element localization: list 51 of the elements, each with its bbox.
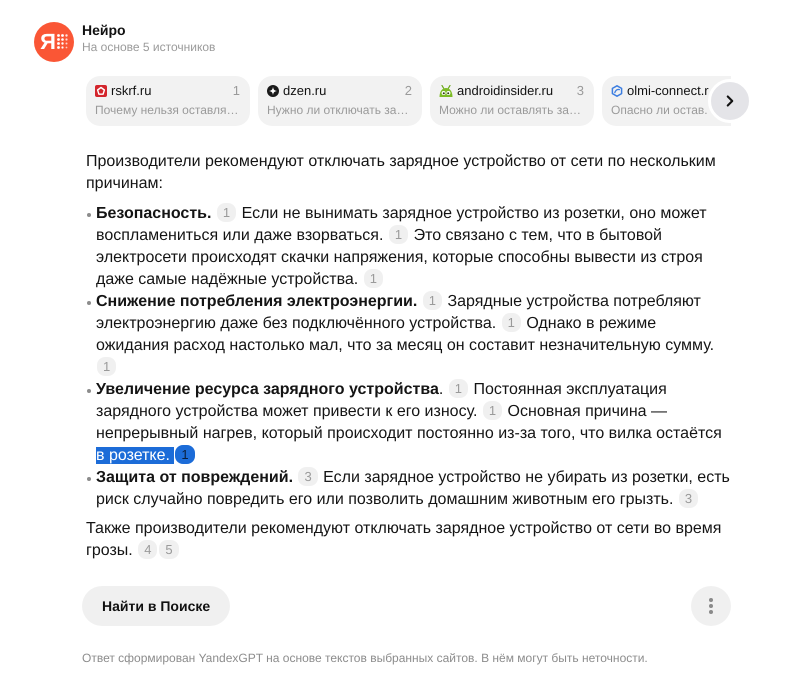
robot-head-icon xyxy=(439,85,453,97)
bullet-icon xyxy=(87,213,91,217)
source-card[interactable]: rskrf.ru 1 Почему нельзя оставля… xyxy=(86,76,250,126)
source-number: 2 xyxy=(404,82,412,100)
star-icon xyxy=(267,85,279,97)
more-icon xyxy=(709,598,713,614)
source-domain: rskrf.ru xyxy=(111,82,152,100)
citation-link[interactable]: 1 xyxy=(388,225,408,244)
sources-count: На основе 5 источников xyxy=(82,39,216,55)
search-button[interactable]: Найти в Поиске xyxy=(82,586,230,626)
citation-link[interactable]: 3 xyxy=(678,489,698,508)
citation-link[interactable]: 1 xyxy=(422,291,442,310)
citation-link[interactable]: 5 xyxy=(159,540,179,559)
answer-paragraph: Также производители рекомендуют отключать зарядное устройство от сети во время грозы. 4 5 xyxy=(86,519,722,561)
citation-link[interactable]: 3 xyxy=(298,467,318,486)
citation-link[interactable]: 1 xyxy=(216,203,236,222)
source-snippet: Почему нельзя оставля… xyxy=(95,102,238,118)
source-number: 1 xyxy=(232,82,240,100)
answer-paragraph: Производители рекомендуют отключать зарядное устройство от сети по нескольким причинам: xyxy=(86,152,717,194)
list-item-text: Безопасность. 1 Если не вынимать зарядное устройство из розетки, оно может воспламениться или даже взорваться. 1 Это связано с тем, что в бытовой электросети происходят скачки напряжения, которые способны вывести из строя даже самые надёжные устройства. 1 xyxy=(96,203,708,290)
source-number: 3 xyxy=(576,82,584,100)
citation-link[interactable]: 4 xyxy=(138,540,158,559)
next-button[interactable] xyxy=(708,79,752,123)
bullet-icon xyxy=(87,477,91,481)
more-button[interactable] xyxy=(691,586,731,626)
ring-icon xyxy=(611,85,623,97)
citation-link[interactable]: 1 xyxy=(482,401,502,420)
source-snippet: Опасно ли остав. xyxy=(611,102,708,118)
citation-link[interactable]: 1 xyxy=(448,379,468,398)
citation-link[interactable]: 1 xyxy=(364,269,383,288)
source-domain: olmi-connect.r xyxy=(627,82,709,100)
source-card[interactable]: dzen.ru 2 Нужно ли отключать за… xyxy=(258,76,422,126)
citation-link[interactable]: 1 xyxy=(97,357,116,376)
bullet-icon xyxy=(87,389,91,393)
logo-letter: Я xyxy=(40,30,56,54)
pentagon-icon xyxy=(95,85,107,97)
list-item-text: Снижение потребления электроэнергии. 1 Зарядные устройства потребляют электроэнергию даже без подключённого устройства. 1 Однако в режиме ожидания расход настолько мал, что за месяц он составит незначительную сумму. 1 xyxy=(96,291,716,378)
citation-link[interactable]: 1 xyxy=(175,445,195,464)
selected-text: в розетке. xyxy=(96,447,170,464)
dots-icon xyxy=(56,34,68,50)
panel-title: Нейро xyxy=(82,21,127,39)
citation-link[interactable]: 1 xyxy=(502,313,521,332)
source-snippet: Нужно ли отключать за… xyxy=(267,102,408,118)
source-domain: androidinsider.ru xyxy=(457,82,554,100)
list-item-text: Увеличение ресурса зарядного устройства. 1 Постоянная эксплуатация зарядного устройства может привести к его износу. 1 Основная причина — непрерывный нагрев, который происходит постоянно из-за того, что вилка остаётся в розетке. 1 xyxy=(96,379,723,466)
source-domain: dzen.ru xyxy=(283,82,326,100)
source-card[interactable]: androidinsider.ru 3 Можно ли оставлять за… xyxy=(430,76,594,126)
list-item-text: Защита от повреждений. 3 Если зарядное устройство не убирать из розетки, есть риск случайно повредить его или позволить домашним животным его грызть. 3 xyxy=(96,467,731,510)
source-snippet: Можно ли оставлять за… xyxy=(439,102,581,118)
disclaimer-text: Ответ сформирован YandexGPT на основе текстов выбранных сайтов. В нём могут быть неточности. xyxy=(82,650,649,666)
bullet-icon xyxy=(87,301,91,305)
